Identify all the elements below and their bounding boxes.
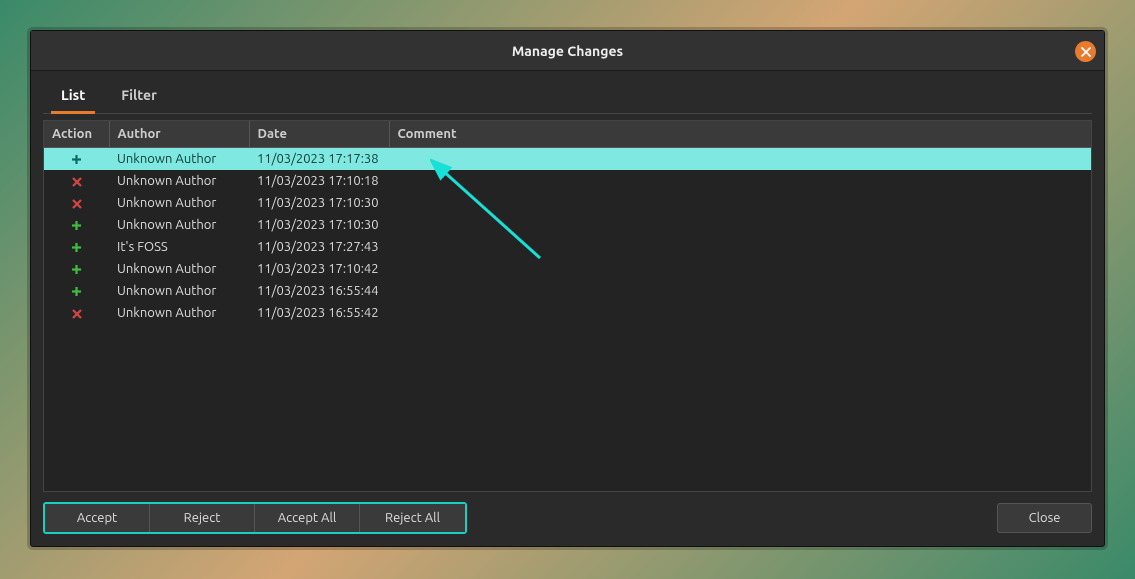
reject-all-button[interactable]: Reject All bbox=[360, 504, 465, 532]
table-row[interactable]: It's FOSS11/03/2023 17:27:43 bbox=[44, 236, 1091, 258]
accept-all-button[interactable]: Accept All bbox=[255, 504, 360, 532]
author-cell: Unknown Author bbox=[109, 258, 249, 280]
tab-filter[interactable]: Filter bbox=[103, 79, 175, 113]
date-cell: 11/03/2023 17:10:42 bbox=[249, 258, 389, 280]
comment-cell bbox=[389, 280, 1091, 302]
date-cell: 11/03/2023 17:10:30 bbox=[249, 214, 389, 236]
accept-button[interactable]: Accept bbox=[45, 504, 150, 532]
comment-cell bbox=[389, 214, 1091, 236]
comment-cell bbox=[389, 236, 1091, 258]
comment-cell bbox=[389, 170, 1091, 192]
author-cell: Unknown Author bbox=[109, 214, 249, 236]
comment-cell bbox=[389, 192, 1091, 214]
titlebar: Manage Changes bbox=[31, 31, 1104, 71]
col-header-date[interactable]: Date bbox=[249, 121, 389, 148]
col-header-action[interactable]: Action bbox=[44, 121, 109, 148]
changes-table: Action Author Date Comment Unknown Autho… bbox=[44, 121, 1091, 324]
window-close-button[interactable] bbox=[1075, 41, 1096, 62]
table-row[interactable]: Unknown Author11/03/2023 17:10:42 bbox=[44, 258, 1091, 280]
author-cell: Unknown Author bbox=[109, 148, 249, 171]
date-cell: 11/03/2023 17:10:18 bbox=[249, 170, 389, 192]
manage-changes-dialog: Manage Changes List Filter Action Author… bbox=[30, 30, 1105, 547]
plus-icon bbox=[44, 214, 109, 236]
action-buttons-highlight: Accept Reject Accept All Reject All bbox=[43, 502, 467, 534]
date-cell: 11/03/2023 17:17:38 bbox=[249, 148, 389, 171]
table-row[interactable]: Unknown Author11/03/2023 16:55:42 bbox=[44, 302, 1091, 324]
window-title: Manage Changes bbox=[512, 43, 623, 59]
date-cell: 11/03/2023 16:55:44 bbox=[249, 280, 389, 302]
table-row[interactable]: Unknown Author11/03/2023 16:55:44 bbox=[44, 280, 1091, 302]
cross-icon bbox=[44, 302, 109, 324]
author-cell: It's FOSS bbox=[109, 236, 249, 258]
comment-cell bbox=[389, 148, 1091, 171]
table-row[interactable]: Unknown Author11/03/2023 17:17:38 bbox=[44, 148, 1091, 171]
author-cell: Unknown Author bbox=[109, 170, 249, 192]
plus-icon bbox=[44, 280, 109, 302]
col-header-author[interactable]: Author bbox=[109, 121, 249, 148]
plus-icon bbox=[44, 236, 109, 258]
date-cell: 11/03/2023 17:10:30 bbox=[249, 192, 389, 214]
table-row[interactable]: Unknown Author11/03/2023 17:10:18 bbox=[44, 170, 1091, 192]
plus-icon bbox=[44, 258, 109, 280]
author-cell: Unknown Author bbox=[109, 280, 249, 302]
reject-button[interactable]: Reject bbox=[150, 504, 255, 532]
date-cell: 11/03/2023 17:27:43 bbox=[249, 236, 389, 258]
date-cell: 11/03/2023 16:55:42 bbox=[249, 302, 389, 324]
table-row[interactable]: Unknown Author11/03/2023 17:10:30 bbox=[44, 214, 1091, 236]
tab-list[interactable]: List bbox=[43, 79, 103, 113]
close-button[interactable]: Close bbox=[997, 503, 1092, 533]
comment-cell bbox=[389, 302, 1091, 324]
cross-icon bbox=[44, 170, 109, 192]
table-row[interactable]: Unknown Author11/03/2023 17:10:30 bbox=[44, 192, 1091, 214]
author-cell: Unknown Author bbox=[109, 302, 249, 324]
tab-bar: List Filter bbox=[43, 79, 1092, 114]
changes-table-container: Action Author Date Comment Unknown Autho… bbox=[43, 120, 1092, 492]
comment-cell bbox=[389, 258, 1091, 280]
dialog-body: List Filter Action Author Date Comment U… bbox=[31, 71, 1104, 546]
dialog-footer: Accept Reject Accept All Reject All Clos… bbox=[43, 492, 1092, 534]
author-cell: Unknown Author bbox=[109, 192, 249, 214]
close-icon bbox=[1081, 47, 1091, 57]
col-header-comment[interactable]: Comment bbox=[389, 121, 1091, 148]
plus-icon bbox=[44, 148, 109, 171]
cross-icon bbox=[44, 192, 109, 214]
